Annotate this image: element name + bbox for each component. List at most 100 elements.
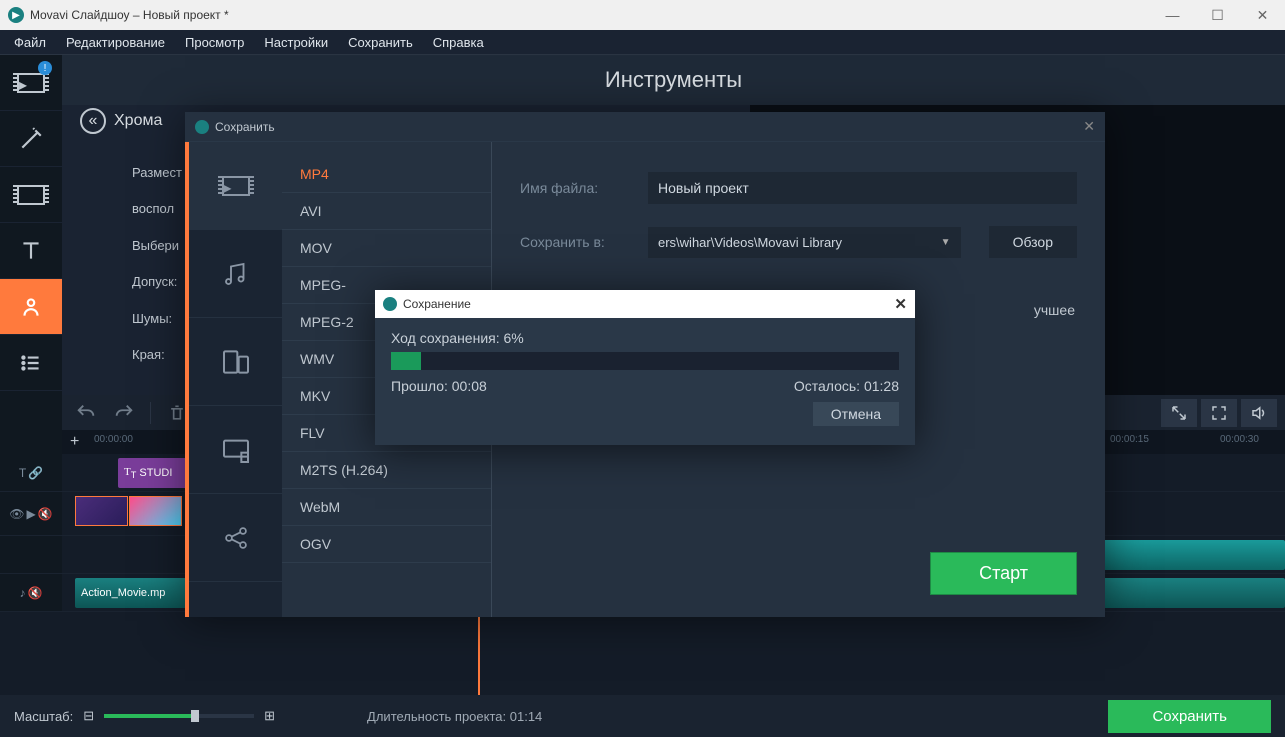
progress-title: Сохранение <box>403 297 471 311</box>
maximize-button[interactable]: ☐ <box>1195 0 1240 30</box>
tools-header: Инструменты <box>62 55 1285 105</box>
progress-bar <box>391 352 899 370</box>
music-extra-clip[interactable] <box>1100 540 1285 570</box>
back-icon: « <box>80 108 106 134</box>
wand-icon <box>18 126 44 152</box>
transitions-icon <box>17 185 45 205</box>
share-icon <box>222 524 250 552</box>
trash-icon <box>167 403 187 423</box>
mute-icon: 🔇 <box>38 507 53 521</box>
back-panel[interactable]: « Хрома <box>80 106 195 136</box>
titles-tool[interactable] <box>0 223 62 279</box>
filename-input[interactable] <box>648 172 1077 204</box>
more-tool[interactable] <box>0 335 62 391</box>
filters-tool[interactable] <box>0 111 62 167</box>
expand-button[interactable] <box>1161 399 1197 427</box>
category-devices[interactable] <box>189 318 282 406</box>
redo-icon <box>113 402 135 424</box>
ruler-mark: 00:00:00 <box>94 434 133 445</box>
close-button[interactable]: ✕ <box>1240 0 1285 30</box>
mute-icon: 🔇 <box>28 586 43 600</box>
format-avi[interactable]: AVI <box>282 193 491 230</box>
window-titlebar: ▶ Movavi Слайдшоу – Новый проект * — ☐ ✕ <box>0 0 1285 30</box>
app-icon <box>195 120 209 134</box>
eye-icon: 👁 <box>9 507 24 521</box>
progress-status: Ход сохранения: 6% <box>391 330 899 346</box>
saveto-label: Сохранить в: <box>520 234 630 250</box>
bottom-bar: Масштаб: ⊟ ⊞ Длительность проекта: 01:14… <box>0 695 1285 737</box>
format-ogv[interactable]: OGV <box>282 526 491 563</box>
film-icon: ▸ <box>17 73 45 93</box>
browse-button[interactable]: Обзор <box>989 226 1077 258</box>
add-track-button[interactable]: + <box>70 433 90 451</box>
category-tv[interactable] <box>189 406 282 494</box>
progress-dialog: Сохранение ✕ Ход сохранения: 6% Прошло: … <box>375 290 915 445</box>
list-icon <box>18 350 44 376</box>
undo-icon <box>75 402 97 424</box>
zoom-out-icon[interactable]: ⊟ <box>83 708 94 724</box>
export-dialog-titlebar: Сохранить ✕ <box>185 112 1105 142</box>
progress-fill <box>391 352 421 370</box>
film-icon: ▸ <box>222 176 250 196</box>
cancel-button[interactable]: Отмена <box>813 402 899 426</box>
volume-button[interactable] <box>1241 399 1277 427</box>
devices-icon <box>220 346 252 378</box>
zoom-control: Масштаб: ⊟ ⊞ <box>14 708 275 724</box>
chroma-tool[interactable] <box>0 279 62 335</box>
media-tool[interactable]: ▸! <box>0 55 62 111</box>
app-icon: ▶ <box>8 7 24 23</box>
person-icon <box>18 294 44 320</box>
quality-hint: учшее <box>1034 302 1075 318</box>
zoom-in-icon[interactable]: ⊞ <box>264 708 275 724</box>
fullscreen-icon <box>1210 404 1228 422</box>
transitions-tool[interactable] <box>0 167 62 223</box>
menu-settings[interactable]: Настройки <box>264 35 328 50</box>
menu-save[interactable]: Сохранить <box>348 35 413 50</box>
filename-label: Имя файла: <box>520 180 630 196</box>
format-webm[interactable]: WebM <box>282 489 491 526</box>
back-label: Хрома <box>114 112 162 130</box>
zoom-slider[interactable] <box>104 714 254 718</box>
menu-edit[interactable]: Редактирование <box>66 35 165 50</box>
export-dialog-title: Сохранить <box>215 120 275 134</box>
progress-titlebar: Сохранение ✕ <box>375 290 915 318</box>
category-share[interactable] <box>189 494 282 582</box>
fullscreen-button[interactable] <box>1201 399 1237 427</box>
ruler-mark: 00:00:15 <box>1110 434 1149 445</box>
undo-button[interactable] <box>70 399 102 427</box>
expand-icon <box>1170 404 1188 422</box>
menu-bar: Файл Редактирование Просмотр Настройки С… <box>0 30 1285 55</box>
text-icon <box>18 238 44 264</box>
progress-close-button[interactable]: ✕ <box>894 295 907 313</box>
project-duration: Длительность проекта: 01:14 <box>367 709 542 724</box>
menu-file[interactable]: Файл <box>14 35 46 50</box>
zoom-label: Масштаб: <box>14 709 73 724</box>
app-icon <box>383 297 397 311</box>
minimize-button[interactable]: — <box>1150 0 1195 30</box>
menu-view[interactable]: Просмотр <box>185 35 244 50</box>
window-title: Movavi Слайдшоу – Новый проект * <box>30 8 229 22</box>
export-close-button[interactable]: ✕ <box>1083 118 1095 135</box>
category-video[interactable]: ▸ <box>189 142 282 230</box>
start-button[interactable]: Старт <box>930 552 1077 595</box>
video-track-icon: ▶ <box>27 507 36 521</box>
tv-icon <box>220 434 252 466</box>
redo-button[interactable] <box>108 399 140 427</box>
chevron-down-icon: ▼ <box>941 237 951 248</box>
text-track-icon: T <box>19 466 26 480</box>
menu-help[interactable]: Справка <box>433 35 484 50</box>
volume-icon <box>1250 404 1268 422</box>
music-icon: ♪ <box>20 586 26 600</box>
ruler-mark: 00:00:30 <box>1220 434 1259 445</box>
elapsed-time: Прошло: 00:08 <box>391 378 487 394</box>
music-icon <box>221 259 251 289</box>
notification-badge: ! <box>38 61 52 75</box>
video-clips[interactable] <box>75 496 182 526</box>
save-button[interactable]: Сохранить <box>1108 700 1271 733</box>
category-audio[interactable] <box>189 230 282 318</box>
format-mov[interactable]: MOV <box>282 230 491 267</box>
format-mp4[interactable]: MP4 <box>282 156 491 193</box>
format-m2ts[interactable]: M2TS (H.264) <box>282 452 491 489</box>
link-icon: 🔗 <box>28 466 43 480</box>
saveto-dropdown[interactable]: ers\wihar\Videos\Movavi Library▼ <box>648 227 961 258</box>
